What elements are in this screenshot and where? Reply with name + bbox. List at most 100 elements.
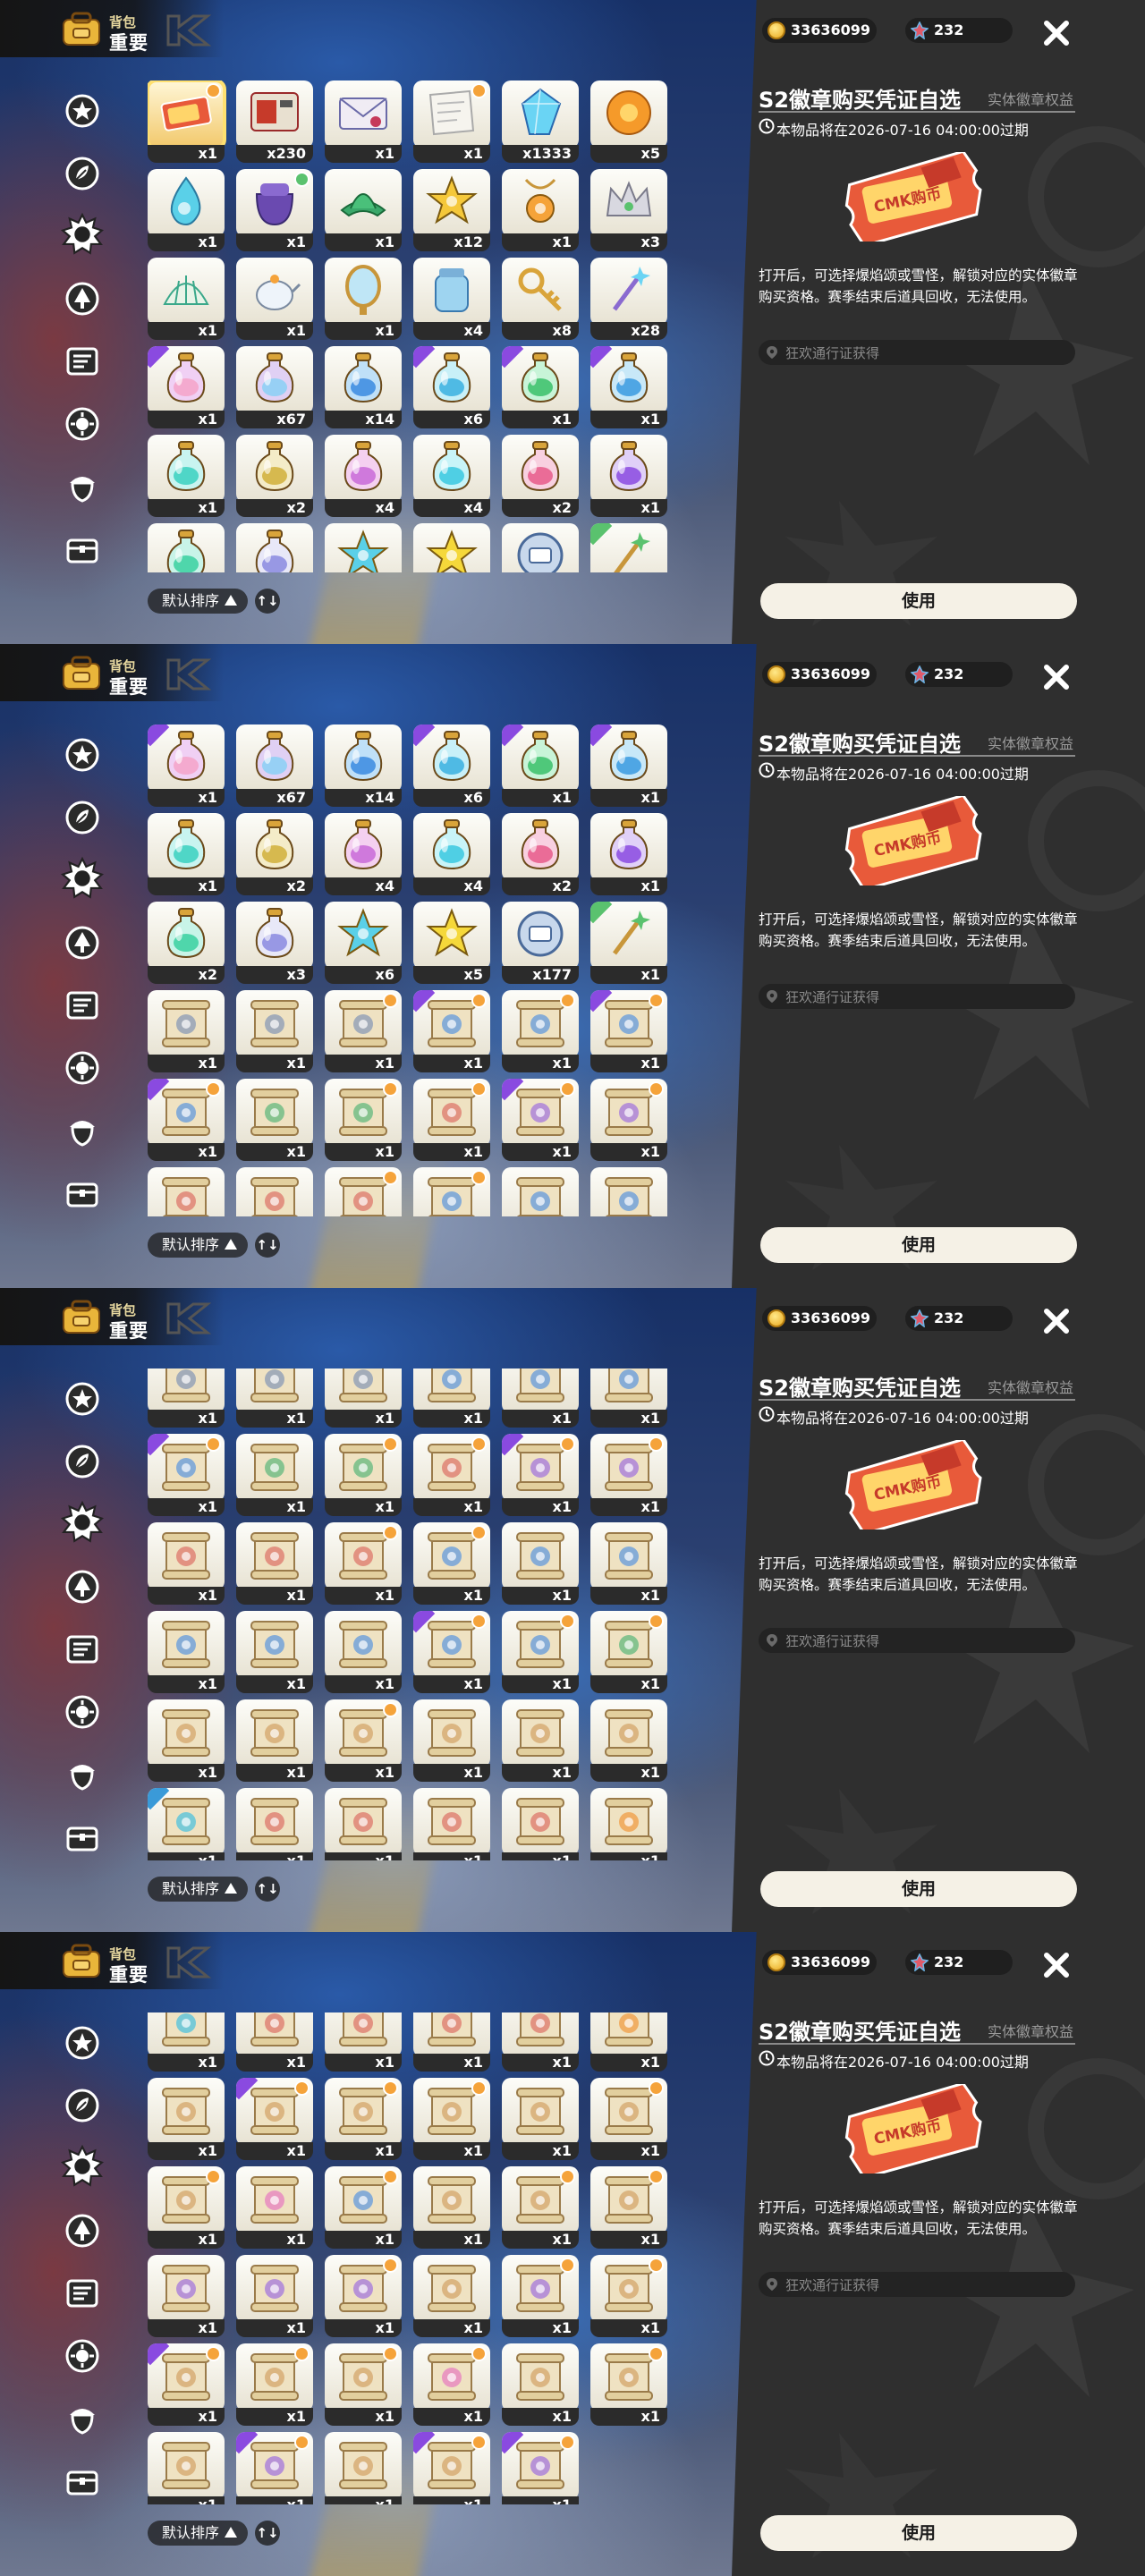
inventory-item[interactable]: x177 xyxy=(502,902,579,984)
inventory-item[interactable]: x1 xyxy=(148,1167,225,1216)
inventory-item[interactable]: x1 xyxy=(590,1079,667,1161)
sidebar-item-chest[interactable] xyxy=(61,1816,104,1859)
inventory-item[interactable]: x1 xyxy=(325,80,402,163)
inventory-item[interactable]: x1 xyxy=(325,169,402,251)
inventory-item[interactable]: x1 xyxy=(413,2078,490,2160)
use-button[interactable]: 使用 xyxy=(760,583,1077,619)
sidebar-item-tree[interactable] xyxy=(61,277,104,320)
sidebar-item-star[interactable] xyxy=(61,733,104,776)
inventory-item[interactable]: x6 xyxy=(413,346,490,428)
sidebar-item-acorn[interactable] xyxy=(61,1753,104,1796)
inventory-item[interactable]: x1 xyxy=(590,346,667,428)
inventory-item[interactable]: x1 xyxy=(413,1434,490,1516)
item-grid[interactable]: x1 x67 x14 x6 x1 x1 x1 x2 x4 x4 x2 x1 x2 x3 x6 x5 x177 x1… xyxy=(148,724,668,1216)
inventory-item[interactable]: x1 xyxy=(590,1788,667,1860)
sidebar-item-leaf[interactable] xyxy=(61,796,104,839)
inventory-item[interactable]: x1 xyxy=(236,1434,313,1516)
sort-dropdown[interactable]: 默认排序 xyxy=(148,1233,248,1258)
inventory-item[interactable]: x6 xyxy=(325,523,402,572)
sidebar-item-gear[interactable] xyxy=(61,2334,104,2377)
sort-direction-button[interactable]: ↑↓ xyxy=(255,589,280,614)
inventory-item[interactable]: x1 xyxy=(413,2012,490,2072)
close-icon[interactable] xyxy=(1041,1950,1072,1980)
sidebar-item-acorn[interactable] xyxy=(61,1109,104,1152)
inventory-item[interactable]: x1 xyxy=(325,2343,402,2426)
inventory-item[interactable]: x1 xyxy=(502,724,579,807)
inventory-item[interactable]: x4 xyxy=(413,258,490,340)
inventory-item[interactable]: x1 xyxy=(148,1434,225,1516)
inventory-item[interactable]: x1 xyxy=(325,1167,402,1216)
close-icon[interactable] xyxy=(1041,1306,1072,1336)
inventory-item[interactable]: x1 xyxy=(236,1167,313,1216)
sidebar-item-chest[interactable] xyxy=(61,528,104,571)
sort-dropdown[interactable]: 默认排序 xyxy=(148,1877,248,1902)
sidebar-item-badge[interactable] xyxy=(61,1500,104,1544)
inventory-item[interactable]: x3 xyxy=(590,169,667,251)
inventory-item[interactable]: x1 xyxy=(590,1699,667,1782)
inventory-item[interactable]: x1 xyxy=(590,990,667,1072)
use-button[interactable]: 使用 xyxy=(760,1227,1077,1263)
inventory-item[interactable]: x3 xyxy=(236,902,313,984)
inventory-item[interactable]: x28 xyxy=(590,258,667,340)
inventory-item[interactable]: x1 xyxy=(236,2078,313,2160)
item-grid[interactable]: x1 x1 x1 x1 x1 x1 x1 x1 x1 x1 x1 x1 x1 x1 x1 x1 x1 x1 x1 x1… xyxy=(148,2012,668,2504)
inventory-item[interactable]: x1 xyxy=(413,1522,490,1605)
sidebar-item-chest[interactable] xyxy=(61,2460,104,2503)
inventory-item[interactable]: x4 xyxy=(325,813,402,895)
inventory-item[interactable]: x1 xyxy=(325,2255,402,2337)
sort-dropdown[interactable]: 默认排序 xyxy=(148,589,248,614)
sidebar-item-badge[interactable] xyxy=(61,856,104,900)
inventory-item[interactable]: x1 xyxy=(148,1699,225,1782)
sidebar-item-tree[interactable] xyxy=(61,921,104,964)
item-grid[interactable]: x1 x1 x1 x1 x1 x1 x1 x1 x1 x1 x1 x1 x1 x1 x1 x1 x1 x1 x1 x1… xyxy=(148,1368,668,1860)
inventory-item[interactable]: x1 xyxy=(502,1788,579,1860)
inventory-item[interactable]: x1 xyxy=(502,2078,579,2160)
inventory-item[interactable]: x1 xyxy=(502,1434,579,1516)
inventory-item[interactable]: x1 xyxy=(148,1522,225,1605)
inventory-item[interactable]: x1 xyxy=(148,2078,225,2160)
inventory-item[interactable]: x67 xyxy=(236,346,313,428)
use-button[interactable]: 使用 xyxy=(760,2515,1077,2551)
inventory-item[interactable]: x4 xyxy=(413,435,490,517)
inventory-item[interactable]: x2 xyxy=(236,435,313,517)
inventory-item[interactable]: x1 xyxy=(236,1788,313,1860)
sidebar-item-star[interactable] xyxy=(61,1377,104,1420)
inventory-item[interactable]: x1 xyxy=(502,2012,579,2072)
inventory-item[interactable]: x1 xyxy=(148,990,225,1072)
sort-direction-button[interactable]: ↑↓ xyxy=(255,1877,280,1902)
inventory-item[interactable]: x1 xyxy=(590,435,667,517)
sidebar-item-scroll[interactable] xyxy=(61,340,104,383)
inventory-item[interactable]: x1 xyxy=(590,523,667,572)
item-grid[interactable]: x1 x230 x1 x1 x1333 x5 x1 x1 x1 x12 x1 x3 x1 x1 x1 x4 x8… xyxy=(148,80,668,572)
sidebar-item-badge[interactable] xyxy=(61,212,104,256)
sidebar-item-gear[interactable] xyxy=(61,1046,104,1089)
inventory-item[interactable]: x1 xyxy=(236,1611,313,1693)
inventory-item[interactable]: x1 xyxy=(590,1522,667,1605)
inventory-item[interactable]: x1 xyxy=(413,80,490,163)
inventory-item[interactable]: x1 xyxy=(148,346,225,428)
use-button[interactable]: 使用 xyxy=(760,1871,1077,1907)
inventory-item[interactable]: x1 xyxy=(148,1079,225,1161)
inventory-item[interactable]: x1 xyxy=(148,813,225,895)
inventory-item[interactable]: x1 xyxy=(148,435,225,517)
inventory-item[interactable]: x1 xyxy=(148,2166,225,2249)
inventory-item[interactable]: x1 xyxy=(502,2343,579,2426)
inventory-item[interactable]: x1 xyxy=(325,1079,402,1161)
inventory-item[interactable]: x1 xyxy=(590,2012,667,2072)
inventory-item[interactable]: x2 xyxy=(148,523,225,572)
inventory-item[interactable]: x8 xyxy=(502,258,579,340)
sidebar-item-star[interactable] xyxy=(61,89,104,132)
inventory-item[interactable]: x6 xyxy=(413,724,490,807)
sort-direction-button[interactable]: ↑↓ xyxy=(255,2521,280,2546)
inventory-item[interactable]: x1 xyxy=(148,1611,225,1693)
inventory-item[interactable]: x1 xyxy=(325,2432,402,2504)
inventory-item[interactable]: x4 xyxy=(413,813,490,895)
inventory-item[interactable]: x1 xyxy=(236,2432,313,2504)
inventory-item[interactable]: x1 xyxy=(325,1434,402,1516)
sidebar-item-chest[interactable] xyxy=(61,1172,104,1215)
inventory-item[interactable]: x1 xyxy=(148,2255,225,2337)
inventory-item[interactable]: x1 xyxy=(148,2432,225,2504)
inventory-item[interactable]: x1 xyxy=(325,990,402,1072)
inventory-item[interactable]: x1 xyxy=(590,2078,667,2160)
inventory-item[interactable]: x12 xyxy=(413,169,490,251)
